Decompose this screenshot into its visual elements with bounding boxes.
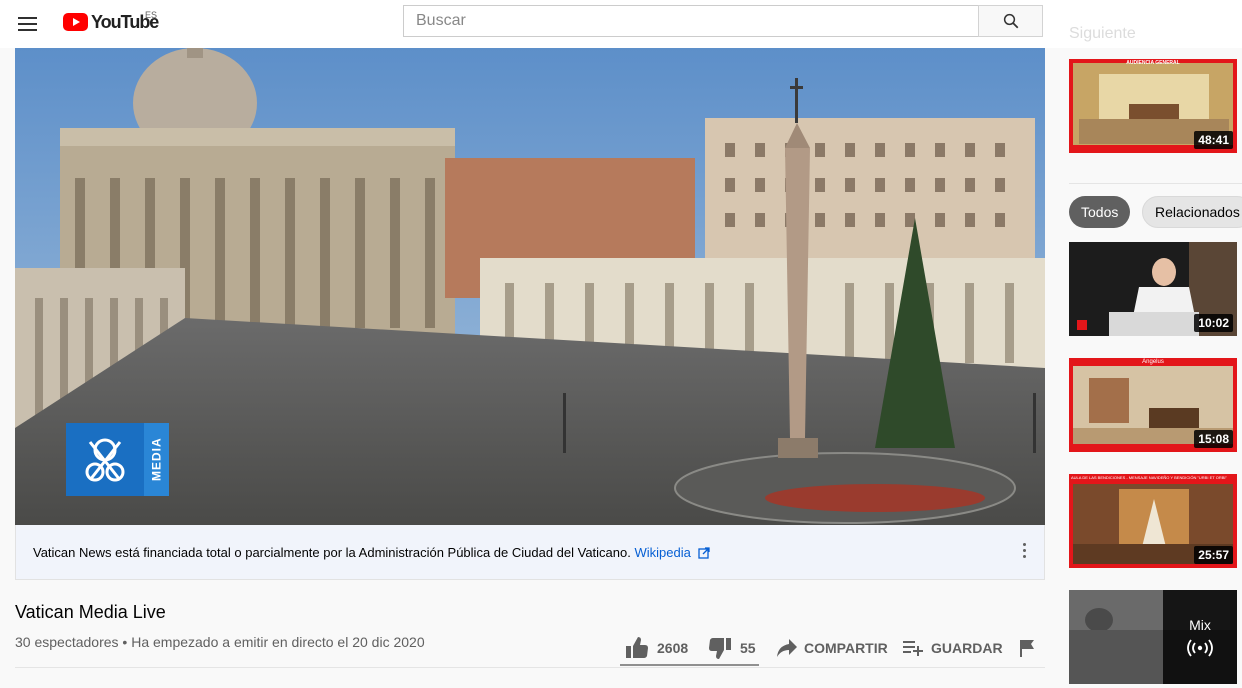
watermark-text: MEDIA: [144, 423, 169, 496]
search-icon: [1003, 13, 1018, 29]
dislike-button[interactable]: 55: [708, 634, 756, 662]
thumbnail-mix[interactable]: Mix: [1069, 590, 1237, 684]
duration-badge: 25:57: [1194, 546, 1233, 564]
papal-keys-icon: [66, 423, 144, 496]
video-player[interactable]: MEDIA: [15, 48, 1045, 525]
thumbs-down-icon: [709, 638, 731, 659]
share-icon: [777, 639, 797, 657]
duration-badge: 48:41: [1194, 131, 1233, 149]
info-description: Vatican News está financiada total o par…: [33, 545, 631, 560]
vatican-media-logo: MEDIA: [66, 423, 169, 496]
meta-separator: •: [122, 634, 128, 650]
thumbnail-angelus[interactable]: Angelus 15:08: [1069, 358, 1237, 452]
video-title: Vatican Media Live: [15, 602, 166, 622]
mix-label: Mix: [1189, 617, 1211, 633]
duration-badge: 15:08: [1194, 430, 1233, 448]
thumbnail-banner: Angelus: [1142, 359, 1164, 365]
info-panel: Vatican News está financiada total o par…: [15, 525, 1045, 580]
more-options-icon[interactable]: [1021, 543, 1027, 561]
flag-icon: [1020, 640, 1034, 657]
report-button[interactable]: [1019, 634, 1035, 662]
live-broadcast-icon: [1187, 639, 1213, 657]
share-button[interactable]: COMPARTIR: [776, 634, 888, 662]
external-link-icon[interactable]: [698, 547, 711, 559]
masthead: YouTube ES: [0, 0, 1242, 48]
country-code: ES: [145, 10, 158, 20]
like-count: 2608: [657, 640, 689, 656]
divider: [15, 667, 1045, 668]
viewer-count: 30 espectadores: [15, 634, 119, 650]
sentiment-bar: [620, 664, 759, 666]
video-frame: [15, 48, 1045, 525]
menu-icon[interactable]: [14, 10, 42, 38]
search-input[interactable]: [403, 5, 979, 37]
duration-badge: 10:02: [1194, 314, 1233, 332]
save-label: GUARDAR: [931, 640, 1003, 656]
thumbnail-banner: AULA DE LAS BENDICIONES - MENSAJE NAVIDE…: [1071, 475, 1227, 480]
thumbnail-urbi-orbi[interactable]: AULA DE LAS BENDICIONES - MENSAJE NAVIDE…: [1069, 474, 1237, 568]
playlist-add-icon: [903, 641, 923, 656]
like-button[interactable]: 2608: [625, 634, 688, 662]
video-meta: 30 espectadores • Ha empezado a emitir e…: [15, 634, 425, 650]
share-label: COMPARTIR: [804, 640, 888, 656]
chip-relacionados[interactable]: Relacionados: [1142, 196, 1242, 228]
save-button[interactable]: GUARDAR: [902, 634, 1003, 662]
info-panel-text: Vatican News está financiada total o par…: [33, 545, 711, 560]
search-button[interactable]: [978, 5, 1043, 37]
mix-overlay: Mix: [1163, 590, 1237, 684]
thumbnail-banner: AUDIENCIA GENERAL: [1126, 60, 1180, 66]
sidebar-heading: Siguiente: [1069, 25, 1136, 42]
stream-start: Ha empezado a emitir en directo el 20 di…: [131, 634, 425, 650]
thumbnail-pope[interactable]: 10:02: [1069, 242, 1237, 336]
wikipedia-link[interactable]: Wikipedia: [635, 545, 691, 560]
dislike-count: 55: [740, 640, 756, 656]
sidebar-separator: [1069, 183, 1242, 184]
thumbnail-audiencia[interactable]: AUDIENCIA GENERAL 48:41: [1069, 59, 1237, 153]
youtube-play-icon: [63, 13, 88, 31]
chip-todos[interactable]: Todos: [1069, 196, 1131, 228]
thumbs-up-icon: [626, 637, 648, 658]
